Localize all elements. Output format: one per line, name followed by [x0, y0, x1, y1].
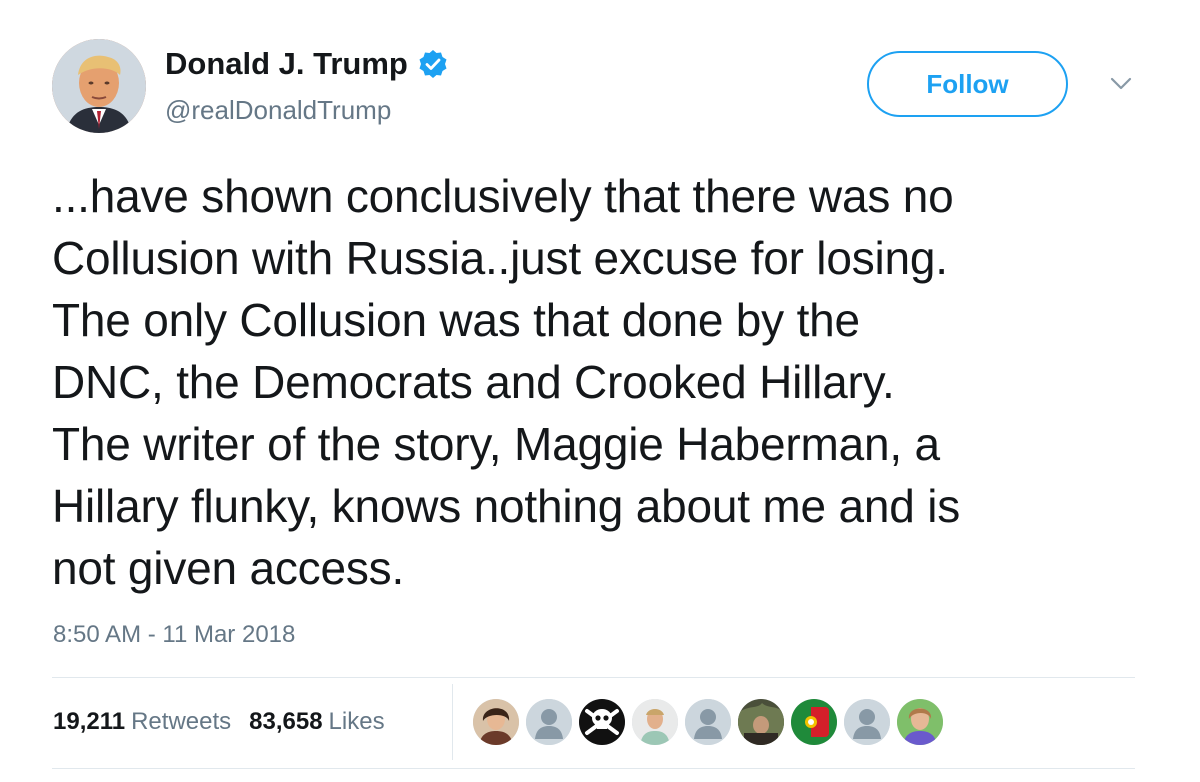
author-name-row: Donald J. Trump	[165, 44, 448, 84]
author-handle[interactable]: @realDonaldTrump	[165, 93, 391, 127]
liker-avatar[interactable]	[897, 699, 943, 745]
photo-avatar-icon	[897, 699, 943, 745]
stats-separator	[452, 684, 453, 760]
verified-badge-icon	[418, 49, 448, 79]
flag-avatar-icon	[791, 699, 837, 745]
author-avatar[interactable]	[52, 39, 146, 133]
liker-avatar[interactable]	[791, 699, 837, 745]
default-avatar-icon	[844, 699, 890, 745]
tweet-stats: 19,211 Retweets 83,658 Likes	[53, 706, 385, 738]
photo-avatar-icon	[473, 699, 519, 745]
tweet-card: Donald J. Trump @realDonaldTrump Follow …	[0, 0, 1200, 782]
liker-avatar[interactable]	[526, 699, 572, 745]
liker-avatars	[473, 699, 943, 745]
liker-avatar[interactable]	[844, 699, 890, 745]
profile-photo-icon	[52, 39, 146, 133]
default-avatar-icon	[685, 699, 731, 745]
tweet-timestamp[interactable]: 8:50 AM - 11 Mar 2018	[53, 620, 295, 650]
tweet-text: ...have shown conclusively that there wa…	[52, 170, 961, 594]
likes-label: Likes	[328, 708, 385, 735]
photo-avatar-icon	[738, 699, 784, 745]
retweets-stat[interactable]: 19,211 Retweets	[53, 706, 231, 738]
author-display-name[interactable]: Donald J. Trump	[165, 44, 408, 84]
photo-avatar-icon	[632, 699, 678, 745]
divider-bottom	[52, 768, 1135, 769]
retweets-label: Retweets	[131, 708, 232, 735]
chevron-down-icon[interactable]	[1108, 74, 1134, 94]
liker-avatar[interactable]	[685, 699, 731, 745]
default-avatar-icon	[526, 699, 572, 745]
likes-count: 83,658	[249, 708, 323, 735]
follow-button[interactable]: Follow	[867, 51, 1068, 117]
liker-avatar[interactable]	[738, 699, 784, 745]
liker-avatar[interactable]	[473, 699, 519, 745]
liker-avatar[interactable]	[579, 699, 625, 745]
divider-top	[52, 677, 1135, 678]
retweets-count: 19,211	[53, 708, 126, 735]
likes-stat[interactable]: 83,658 Likes	[249, 706, 384, 738]
liker-avatar[interactable]	[632, 699, 678, 745]
skull-crossbones-icon	[579, 699, 625, 745]
